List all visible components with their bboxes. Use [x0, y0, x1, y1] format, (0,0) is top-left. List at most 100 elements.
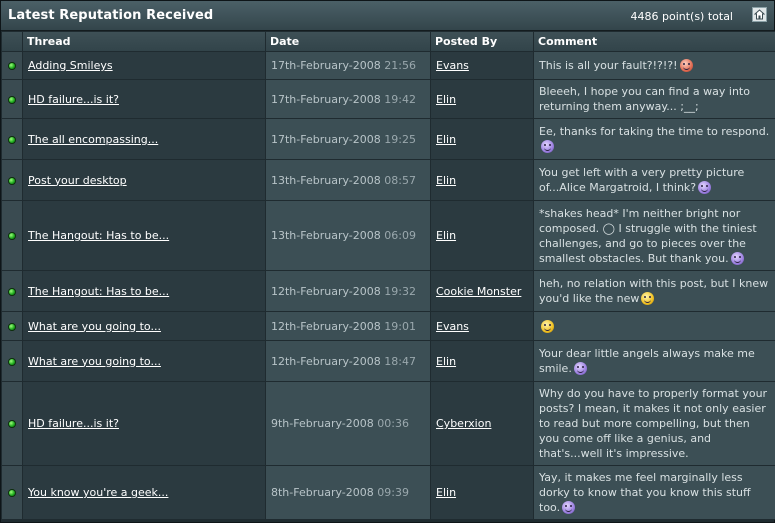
- thread-link[interactable]: The Hangout: Has to be...: [28, 229, 169, 242]
- panel-title: Latest Reputation Received: [8, 8, 214, 23]
- date-text: 8th-February-2008: [271, 486, 374, 499]
- table-row: HD failure...is it? 9th-February-2008 00:…: [2, 382, 775, 465]
- comment-text: Ee, thanks for taking the time to respon…: [539, 125, 770, 138]
- thread-link[interactable]: The all encompassing...: [28, 133, 158, 146]
- reputation-positive-icon: [2, 201, 22, 270]
- table-row: HD failure...is it? 17th-February-2008 19…: [2, 80, 775, 118]
- user-link[interactable]: Cyberxion: [436, 417, 491, 430]
- thread-link[interactable]: What are you going to...: [28, 355, 161, 368]
- thread-cell: You know you're a geek...: [23, 466, 265, 519]
- table-row: Post your desktop 13th-February-2008 08:5…: [2, 160, 775, 200]
- comment-cell: *shakes head* I'm neither bright nor com…: [534, 201, 775, 270]
- header-date: Date: [266, 32, 430, 51]
- thread-link[interactable]: You know you're a geek...: [28, 486, 168, 499]
- date-text: 17th-February-2008: [271, 92, 381, 106]
- comment-text: Why do you have to properly format your …: [539, 387, 768, 460]
- date-cell: 17th-February-2008 21:56: [266, 52, 430, 79]
- purple-smiley-icon: [730, 251, 744, 265]
- reputation-positive-icon: [2, 341, 22, 381]
- date-cell: 17th-February-2008 19:25: [266, 119, 430, 159]
- comment-text: Bleeeh, I hope you can find a way into r…: [539, 85, 750, 113]
- date-text: 17th-February-2008: [271, 59, 381, 72]
- comment-cell: Ee, thanks for taking the time to respon…: [534, 119, 775, 159]
- poster-cell: Cyberxion: [431, 382, 533, 465]
- time-text: 21:56: [384, 59, 416, 72]
- time-text: 00:36: [377, 417, 409, 430]
- poster-cell: Elin: [431, 466, 533, 519]
- poster-cell: Elin: [431, 201, 533, 270]
- red-smiley-icon: [679, 59, 693, 72]
- comment-cell: Why do you have to properly format your …: [534, 382, 775, 465]
- date-text: 12th-February-2008: [271, 319, 381, 333]
- header-icon-col: [2, 32, 22, 51]
- thread-link[interactable]: Adding Smileys: [28, 59, 113, 72]
- thread-cell: The all encompassing...: [23, 119, 265, 159]
- thread-cell: What are you going to...: [23, 312, 265, 340]
- date-cell: 13th-February-2008 06:09: [266, 201, 430, 270]
- date-cell: 12th-February-2008 19:01: [266, 312, 430, 340]
- user-link[interactable]: Elin: [436, 174, 456, 187]
- time-text: 19:42: [384, 92, 416, 106]
- date-cell: 17th-February-2008 19:42: [266, 80, 430, 118]
- comment-text: *shakes head* I'm neither bright nor com…: [539, 206, 757, 265]
- table-row: The all encompassing... 17th-February-200…: [2, 119, 775, 159]
- thread-cell: HD failure...is it?: [23, 382, 265, 465]
- reputation-positive-icon: [2, 52, 22, 79]
- panel-header: Latest Reputation Received 4486 point(s)…: [1, 1, 774, 31]
- date-text: 13th-February-2008: [271, 173, 381, 187]
- table-row: What are you going to... 12th-February-20…: [2, 312, 775, 340]
- user-link[interactable]: Elin: [436, 355, 456, 368]
- table-row: The Hangout: Has to be... 13th-February-2…: [2, 201, 775, 270]
- header-posted-by: Posted By: [431, 32, 533, 51]
- date-cell: 8th-February-2008 09:39: [266, 466, 430, 519]
- thread-cell: Adding Smileys: [23, 52, 265, 79]
- comment-cell: You get left with a very pretty picture …: [534, 160, 775, 200]
- yellow-smiley-icon: [541, 319, 554, 333]
- user-link[interactable]: Elin: [436, 229, 456, 242]
- comment-cell: heh, no relation with this post, but I k…: [534, 271, 775, 311]
- poster-cell: Elin: [431, 341, 533, 381]
- table-row: Adding Smileys 17th-February-2008 21:56 Ev…: [2, 52, 775, 79]
- header-comment: Comment: [534, 32, 775, 51]
- house-collapse-icon: [754, 9, 765, 20]
- reputation-positive-icon: [2, 271, 22, 311]
- reputation-rows: Adding Smileys 17th-February-2008 21:56 Ev…: [2, 52, 775, 519]
- user-link[interactable]: Elin: [436, 486, 456, 499]
- table-row: What are you going to... 12th-February-20…: [2, 341, 775, 381]
- user-link[interactable]: Cookie Monster: [436, 285, 521, 298]
- thread-cell: The Hangout: Has to be...: [23, 201, 265, 270]
- comment-text: You get left with a very pretty picture …: [539, 166, 745, 194]
- user-link[interactable]: Evans: [436, 320, 469, 333]
- date-text: 13th-February-2008: [271, 229, 381, 242]
- date-text: 12th-February-2008: [271, 354, 381, 368]
- date-text: 12th-February-2008: [271, 284, 381, 298]
- comment-cell: Yay, it makes me feel marginally less do…: [534, 466, 775, 519]
- yellow-smiley-icon: [641, 292, 655, 305]
- thread-link[interactable]: What are you going to...: [28, 320, 161, 333]
- time-text: 08:57: [384, 173, 416, 187]
- thread-link[interactable]: HD failure...is it?: [28, 417, 119, 430]
- user-link[interactable]: Elin: [436, 93, 456, 106]
- thread-link[interactable]: HD failure...is it?: [28, 93, 119, 106]
- comment-cell: Bleeeh, I hope you can find a way into r…: [534, 80, 775, 118]
- user-link[interactable]: Evans: [436, 59, 469, 72]
- purple-smiley-icon: [573, 362, 587, 375]
- thread-cell: Post your desktop: [23, 160, 265, 200]
- reputation-positive-icon: [2, 80, 22, 118]
- reputation-table: Thread Date Posted By Comment Adding Smi…: [1, 31, 775, 520]
- collapse-icon[interactable]: [752, 7, 767, 22]
- time-text: 19:01: [384, 319, 416, 333]
- purple-smiley-icon: [698, 181, 712, 194]
- time-text: 06:09: [384, 229, 416, 242]
- thread-cell: What are you going to...: [23, 341, 265, 381]
- table-row: You know you're a geek... 8th-February-20…: [2, 466, 775, 519]
- thread-link[interactable]: Post your desktop: [28, 174, 127, 187]
- reputation-positive-icon: [2, 382, 22, 465]
- comment-text: This is all your fault?!?!?!: [539, 59, 678, 72]
- date-cell: 12th-February-2008 19:32: [266, 271, 430, 311]
- user-link[interactable]: Elin: [436, 133, 456, 146]
- poster-cell: Elin: [431, 119, 533, 159]
- reputation-positive-icon: [2, 312, 22, 340]
- thread-link[interactable]: The Hangout: Has to be...: [28, 285, 169, 298]
- comment-cell: [534, 312, 775, 340]
